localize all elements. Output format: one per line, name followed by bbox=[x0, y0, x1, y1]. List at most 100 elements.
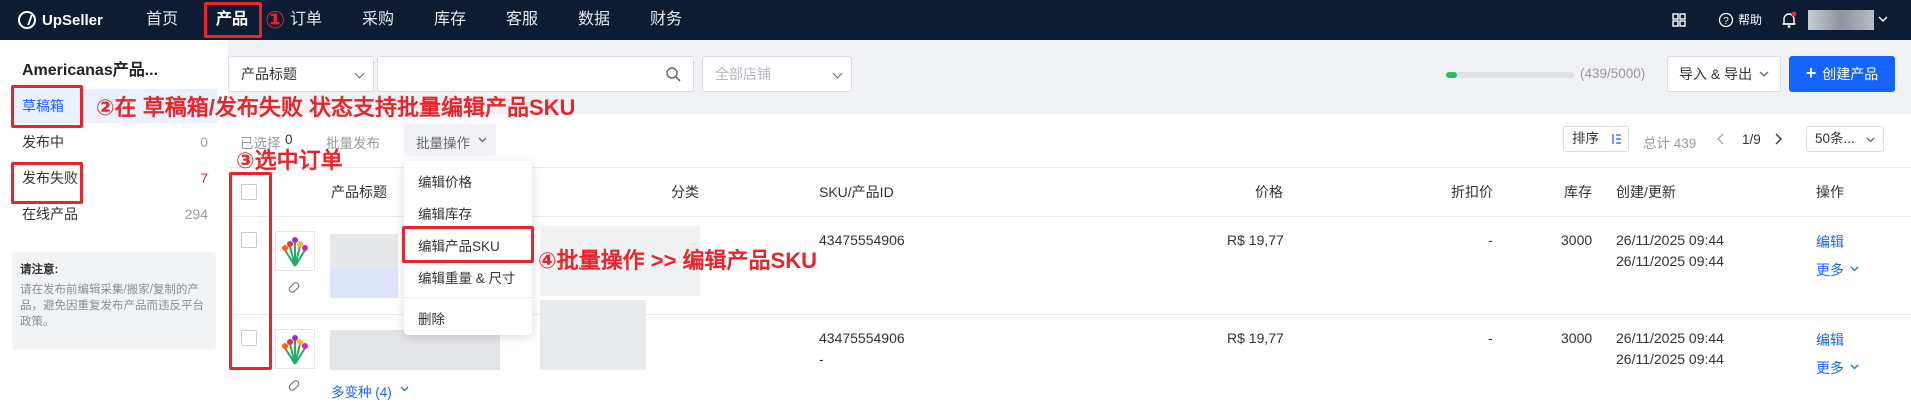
chevron-down-icon bbox=[832, 68, 843, 79]
brand-name: UpSeller bbox=[42, 11, 103, 29]
apps-grid-icon[interactable] bbox=[1672, 13, 1686, 27]
store-select[interactable]: 全部店铺 bbox=[702, 56, 852, 92]
row-price: R$ 19,77 bbox=[1227, 330, 1284, 346]
svg-text:?: ? bbox=[1723, 16, 1729, 27]
header-category: 分类 bbox=[671, 184, 699, 200]
annotation-box-edit-sku bbox=[402, 226, 534, 263]
help-label: 帮助 bbox=[1738, 13, 1763, 27]
product-image bbox=[282, 237, 308, 267]
nav-orders[interactable]: 订单 bbox=[288, 0, 324, 40]
header-discount: 折扣价 bbox=[1451, 184, 1493, 200]
create-product-button[interactable]: + 创建产品 bbox=[1789, 56, 1895, 92]
variants-link[interactable]: 多变种 (4) bbox=[331, 381, 392, 401]
quota-progress-fill bbox=[1446, 72, 1458, 78]
chevron-down-icon bbox=[478, 137, 487, 143]
quota-progress-bar bbox=[1446, 72, 1574, 78]
annotation-box-products-nav bbox=[204, 2, 262, 38]
notice-box: 请注意: 请在发布前编辑采集/搬家/复制的产品，避免因重复发布产品而违反平台政策… bbox=[12, 252, 216, 350]
header-created-updated: 创建/更新 bbox=[1616, 184, 1676, 200]
product-title-redacted bbox=[330, 330, 500, 370]
search-field-select[interactable]: 产品标题 bbox=[228, 56, 374, 92]
nav-data[interactable]: 数据 bbox=[576, 0, 612, 40]
chevron-down-icon[interactable] bbox=[1878, 16, 1888, 24]
menu-item-delete[interactable]: 删除 bbox=[418, 308, 445, 328]
header-price: 价格 bbox=[1255, 184, 1283, 200]
row-sku: 43475554906 bbox=[819, 330, 905, 346]
chevron-down-icon bbox=[400, 386, 409, 392]
user-avatar[interactable] bbox=[1808, 10, 1874, 30]
plus-icon: + bbox=[1805, 63, 1817, 83]
product-category-redacted bbox=[540, 300, 646, 370]
sidebar-item-label: 发布中 bbox=[22, 134, 64, 150]
quota-text: (439/5000) bbox=[1580, 66, 1646, 81]
edit-link[interactable]: 编辑 bbox=[1816, 330, 1844, 350]
sidebar-title: Americanas产品... bbox=[22, 62, 159, 79]
sidebar-item-count: 7 bbox=[200, 170, 208, 186]
chevron-down-icon bbox=[1759, 71, 1769, 77]
upseller-logo[interactable]: UpSeller bbox=[18, 9, 103, 31]
nav-purchase[interactable]: 采购 bbox=[360, 0, 396, 40]
batch-operations-label: 批量操作 bbox=[416, 136, 470, 151]
chevron-down-icon bbox=[1850, 364, 1859, 370]
batch-operations-button[interactable]: 批量操作 bbox=[404, 124, 496, 156]
header-sku: SKU/产品ID bbox=[819, 184, 894, 200]
annotation-box-checkboxes bbox=[229, 172, 272, 370]
more-link[interactable]: 更多 bbox=[1816, 358, 1844, 378]
page-size-label: 50条... bbox=[1815, 131, 1855, 146]
sort-button[interactable]: 排序 bbox=[1563, 126, 1629, 152]
menu-divider bbox=[404, 297, 532, 298]
top-navigation-bar: UpSeller 首页 产品 订单 采购 库存 客服 数据 财务 ? 帮助 bbox=[0, 0, 1911, 40]
store-select-placeholder: 全部店铺 bbox=[715, 66, 771, 82]
header-product-title: 产品标题 bbox=[331, 184, 387, 200]
annotation-box-failed bbox=[11, 162, 83, 204]
total-count: 总计 439 bbox=[1643, 136, 1697, 151]
chevron-down-icon bbox=[1866, 137, 1875, 143]
annotation-box-drafts bbox=[11, 85, 83, 128]
nav-finance[interactable]: 财务 bbox=[648, 0, 684, 40]
menu-item-edit-stock[interactable]: 编辑库存 bbox=[418, 203, 472, 223]
help-link[interactable]: ? 帮助 bbox=[1718, 0, 1762, 40]
chevron-down-icon bbox=[354, 68, 365, 79]
import-export-label: 导入 & 导出 bbox=[1678, 66, 1753, 82]
sidebar-item-count: 294 bbox=[184, 206, 208, 222]
product-thumbnail[interactable] bbox=[275, 231, 315, 271]
row-created: 26/11/2025 09:44 bbox=[1616, 330, 1724, 346]
search-field-label: 产品标题 bbox=[241, 66, 297, 82]
sidebar-item-count: 0 bbox=[200, 134, 208, 150]
row-stock: 3000 bbox=[1561, 232, 1593, 248]
annotation-step-1: ① bbox=[265, 7, 286, 34]
create-product-label: 创建产品 bbox=[1822, 66, 1879, 82]
import-export-button[interactable]: 导入 & 导出 bbox=[1667, 56, 1781, 92]
product-image bbox=[282, 335, 308, 365]
nav-inventory[interactable]: 库存 bbox=[432, 0, 468, 40]
row-discount: - bbox=[1488, 232, 1493, 248]
sort-icon bbox=[1612, 134, 1621, 144]
row-updated: 26/11/2025 09:44 bbox=[1616, 351, 1724, 367]
sidebar-item-publishing[interactable]: 发布中 0 bbox=[12, 125, 218, 159]
edit-link[interactable]: 编辑 bbox=[1816, 232, 1844, 252]
menu-item-edit-weight-size[interactable]: 编辑重量 & 尺寸 bbox=[418, 267, 516, 287]
next-page-icon[interactable] bbox=[1775, 133, 1783, 145]
annotation-step-3: ③选中订单 bbox=[236, 148, 343, 173]
page-size-select[interactable]: 50条... bbox=[1806, 126, 1884, 152]
header-stock: 库存 bbox=[1564, 184, 1592, 200]
row-sku: 43475554906 bbox=[819, 232, 905, 248]
row-updated: 26/11/2025 09:44 bbox=[1616, 253, 1724, 269]
product-thumbnail[interactable] bbox=[275, 329, 315, 369]
row-price: R$ 19,77 bbox=[1227, 232, 1284, 248]
row-sku-secondary: - bbox=[819, 351, 824, 367]
notification-bell-icon[interactable] bbox=[1781, 11, 1797, 29]
search-icon[interactable] bbox=[666, 67, 681, 82]
help-icon: ? bbox=[1718, 12, 1734, 28]
menu-item-edit-price[interactable]: 编辑价格 bbox=[418, 171, 472, 191]
page-indicator: 1/9 bbox=[1742, 132, 1761, 147]
row-stock: 3000 bbox=[1561, 330, 1593, 346]
more-link[interactable]: 更多 bbox=[1816, 260, 1844, 280]
nav-customer-service[interactable]: 客服 bbox=[504, 0, 540, 40]
search-input[interactable] bbox=[377, 56, 694, 92]
nav-home[interactable]: 首页 bbox=[144, 0, 180, 40]
header-actions: 操作 bbox=[1816, 184, 1844, 200]
logo-icon bbox=[18, 11, 36, 29]
prev-page-icon[interactable] bbox=[1717, 133, 1725, 145]
row-created: 26/11/2025 09:44 bbox=[1616, 232, 1724, 248]
